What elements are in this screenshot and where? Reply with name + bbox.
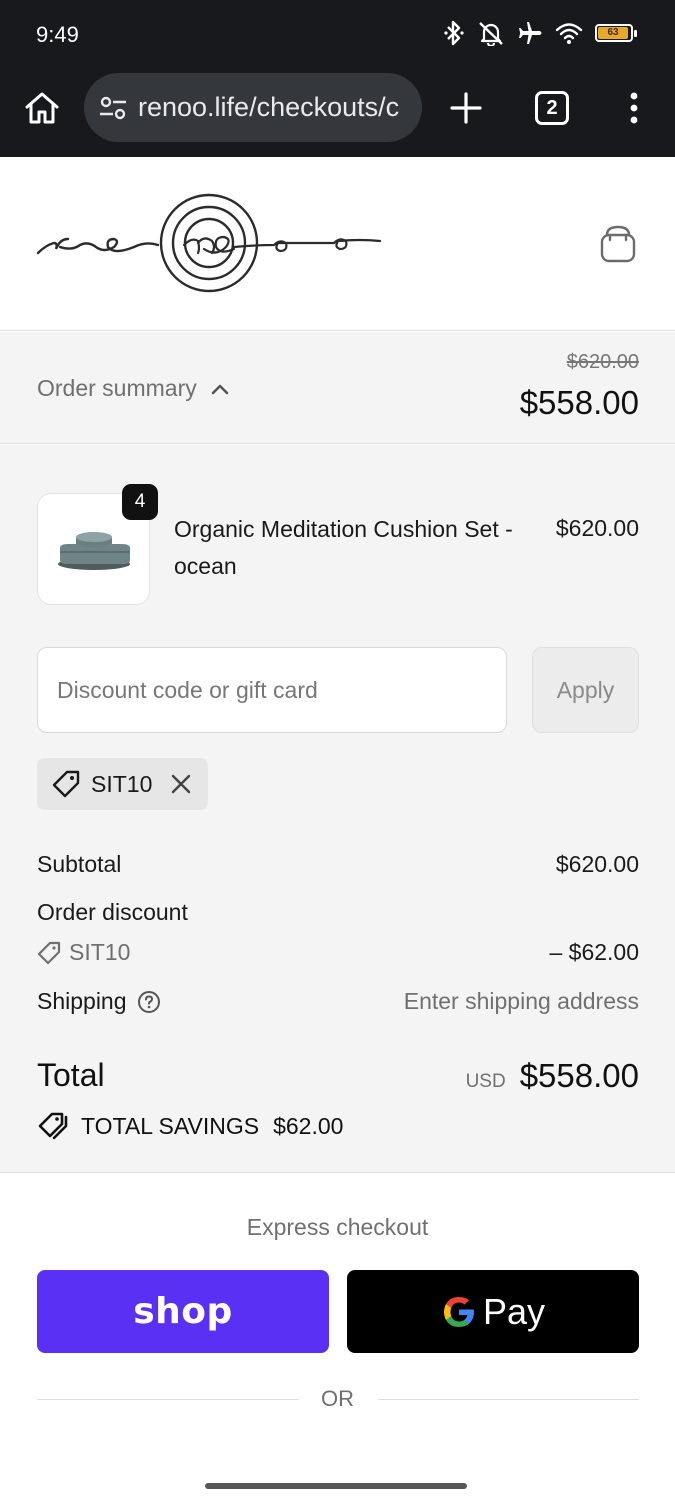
plus-icon[interactable] (446, 88, 486, 128)
order-summary-label: Order summary (37, 375, 197, 401)
tag-icon (37, 941, 61, 964)
subtotal-label: Subtotal (37, 851, 122, 877)
status-time: 9:49 (36, 22, 79, 47)
shipping-value: Enter shipping address (403, 988, 639, 1014)
product-price: $620.00 (555, 515, 639, 541)
discount-value: – $62.00 (549, 939, 639, 965)
discount-code-input[interactable] (37, 647, 507, 733)
gesture-home-indicator[interactable] (205, 1483, 467, 1489)
product-name: Organic Meditation Cushion Set - ocean (174, 516, 513, 579)
order-summary-panel: 4 Organic Meditation Cushion Set - ocean… (0, 445, 675, 1173)
brand-logo[interactable] (34, 187, 384, 297)
chevron-up-icon (211, 384, 229, 394)
silent-bell-icon (479, 22, 503, 46)
shopping-bag-icon[interactable] (598, 222, 638, 264)
apply-button[interactable]: Apply (532, 647, 639, 733)
quantity-badge: 4 (122, 484, 158, 520)
battery-icon: 63 (595, 22, 637, 44)
divider-right (378, 1399, 639, 1400)
subtotal-row: Subtotal $620.00 (37, 851, 639, 878)
tags-icon (38, 1112, 68, 1140)
total-label: Total (37, 1057, 105, 1093)
original-price: $620.00 (566, 351, 639, 373)
order-summary-toggle[interactable]: Order summary $620.00 $558.00 (0, 332, 675, 444)
total-currency: USD (465, 1071, 506, 1092)
shipping-label: Shipping (37, 988, 127, 1014)
help-circle-icon[interactable] (137, 990, 161, 1014)
order-discount-label: Order discount (37, 899, 188, 925)
savings-label: TOTAL SAVINGS (81, 1112, 260, 1139)
shipping-row: Shipping Enter shipping address (37, 988, 639, 1015)
browser-chrome: 9:49 63 renoo.life/checkouts/c 2 (0, 0, 675, 157)
order-summary-label-wrap[interactable]: Order summary (37, 375, 229, 402)
tabs-icon[interactable]: 2 (535, 91, 569, 125)
express-checkout-title: Express checkout (246, 1214, 429, 1240)
savings-value: $62.00 (273, 1112, 344, 1139)
google-pay-label: Pay (482, 1290, 546, 1332)
google-g-icon (443, 1296, 474, 1327)
status-icons: 63 (443, 20, 637, 46)
order-discount-row: Order discount (37, 899, 639, 926)
google-pay-button[interactable]: Pay (347, 1270, 639, 1353)
close-icon[interactable] (168, 771, 194, 797)
more-vert-icon[interactable] (620, 90, 648, 126)
tag-icon (52, 770, 80, 798)
applied-code: SIT10 (91, 770, 153, 797)
bluetooth-icon (444, 20, 464, 46)
shop-pay-label: shop (133, 1291, 233, 1332)
total-amount: $558.00 (519, 1057, 639, 1094)
subtotal-value: $620.00 (555, 851, 639, 877)
wifi-icon (555, 23, 583, 44)
airplane-icon (519, 22, 542, 44)
applied-discount-chip: SIT10 (37, 758, 208, 810)
store-header (0, 157, 675, 331)
total-savings: TOTAL SAVINGS $62.00 (37, 1111, 343, 1141)
site-settings-icon[interactable] (98, 95, 128, 121)
battery-level: 63 (607, 27, 619, 38)
address-bar[interactable]: renoo.life/checkouts/c (84, 73, 422, 142)
summary-total: $558.00 (519, 384, 639, 421)
total-amount-wrap: USD $558.00 (466, 1057, 639, 1095)
home-icon[interactable] (22, 88, 62, 128)
discount-code-row: SIT10 – $62.00 (37, 939, 639, 966)
shop-pay-button[interactable]: shop (37, 1270, 329, 1353)
url-text[interactable]: renoo.life/checkouts/c (138, 92, 399, 123)
discount-code-label: SIT10 (69, 939, 131, 965)
